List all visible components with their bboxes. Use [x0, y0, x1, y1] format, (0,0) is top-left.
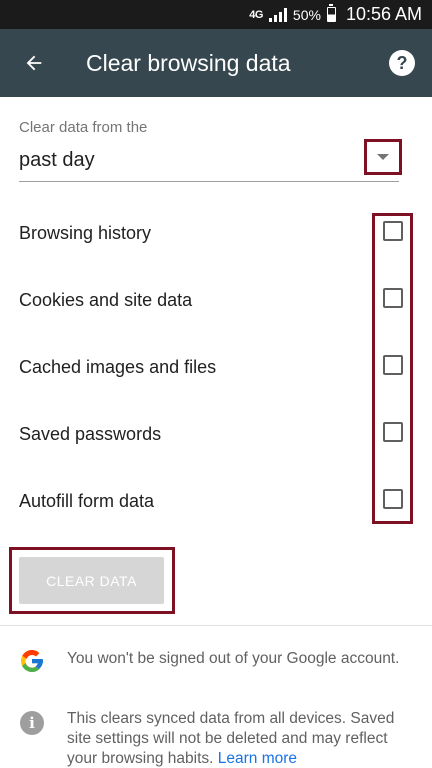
- option-saved-passwords[interactable]: Saved passwords: [0, 404, 432, 471]
- option-label: Cookies and site data: [19, 290, 193, 310]
- signal-icon: [268, 7, 287, 22]
- network-type: 4G: [249, 8, 263, 21]
- option-autofill[interactable]: Autofill form data: [0, 471, 432, 538]
- page-title: Clear browsing data: [86, 49, 291, 76]
- time-range-dropdown-button[interactable]: [364, 139, 402, 175]
- arrow-left-icon: [26, 55, 42, 71]
- time-range-underline: [19, 181, 399, 182]
- info-icon: i: [20, 711, 44, 735]
- battery-percent: 50%: [292, 6, 321, 23]
- checkbox-highlight-frame: [372, 213, 413, 524]
- google-signout-note: You won't be signed out of your Google a…: [67, 650, 400, 667]
- clear-data-button[interactable]: CLEAR DATA: [19, 557, 164, 604]
- help-circle-icon: ?: [396, 52, 408, 73]
- option-cached-images[interactable]: Cached images and files: [0, 337, 432, 404]
- battery-icon: [326, 4, 336, 22]
- status-bar: 4G 50% 10:56 AM: [0, 0, 432, 29]
- back-button[interactable]: [6, 29, 62, 97]
- time-range-label: Clear data from the: [19, 119, 148, 136]
- help-button[interactable]: ?: [389, 50, 415, 76]
- triangle-down-icon: [377, 154, 389, 160]
- option-cookies[interactable]: Cookies and site data: [0, 270, 432, 337]
- time-range-select[interactable]: past day: [19, 149, 95, 172]
- divider: [0, 625, 432, 626]
- option-label: Cached images and files: [19, 357, 217, 377]
- sync-note: This clears synced data from all devices…: [67, 709, 417, 768]
- learn-more-link[interactable]: Learn more: [218, 750, 297, 767]
- option-label: Browsing history: [19, 223, 152, 243]
- clock: 10:56 AM: [345, 4, 422, 24]
- option-label: Saved passwords: [19, 424, 162, 444]
- option-label: Autofill form data: [19, 491, 155, 511]
- app-bar: Clear browsing data ?: [0, 29, 432, 97]
- info-icon-wrapper: i: [20, 711, 44, 735]
- google-logo-icon: [20, 649, 44, 678]
- option-browsing-history[interactable]: Browsing history: [0, 203, 432, 270]
